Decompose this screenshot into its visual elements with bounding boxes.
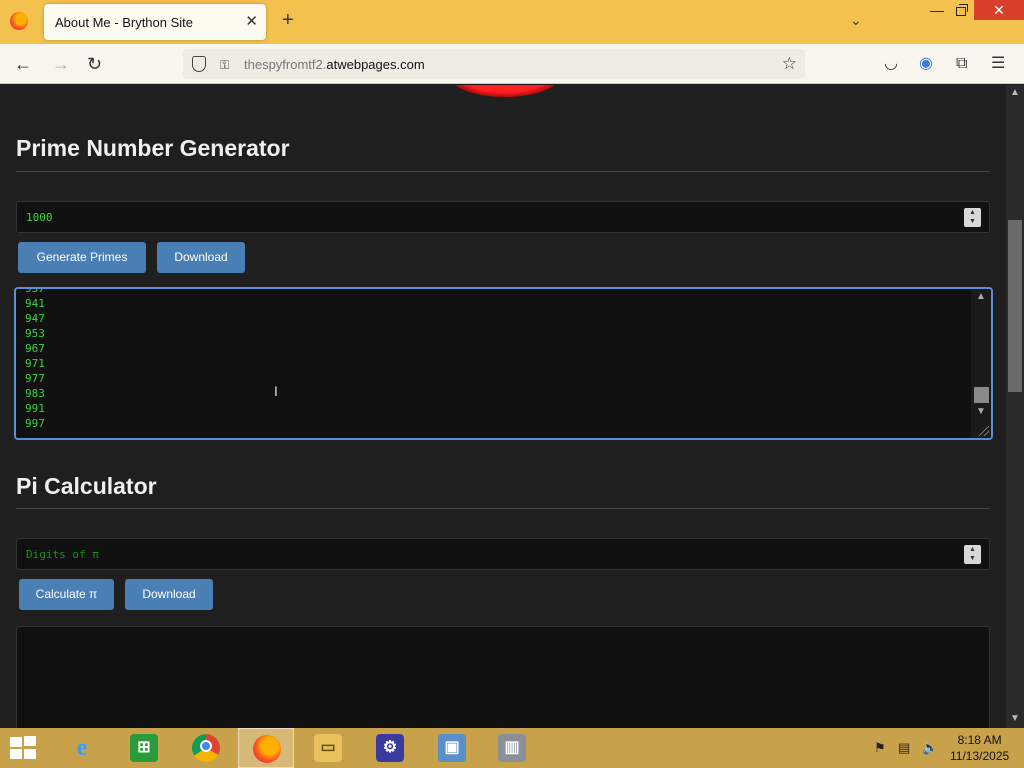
prime-output-line: 977 xyxy=(25,372,45,385)
tab-title: About Me - Brython Site xyxy=(55,15,194,30)
calculate-pi-button[interactable]: Calculate π xyxy=(19,579,114,610)
taskbar-remote-desktop[interactable]: ▣ xyxy=(424,728,480,768)
taskbar-firefox[interactable] xyxy=(238,728,294,768)
prime-output-line: 967 xyxy=(25,342,45,355)
output-scrollbar[interactable]: ▲ ▼ xyxy=(971,289,991,438)
pi-digits-input[interactable]: Digits of π ▲ ▼ xyxy=(16,538,990,570)
archive-icon: ▥ xyxy=(498,734,526,762)
extensions-icon[interactable]: ⧉ xyxy=(956,54,967,74)
internet-explorer-icon: e xyxy=(76,735,88,761)
taskbar-internet-explorer[interactable]: e xyxy=(54,728,110,768)
prime-download-button[interactable]: Download xyxy=(157,242,245,273)
prime-output-textarea[interactable]: 937 941 947 953 967 971 977 983 991 997 ▲ ▼ xyxy=(14,287,993,440)
text-cursor-icon: I xyxy=(274,383,278,399)
back-button[interactable]: ← xyxy=(14,54,32,74)
divider xyxy=(16,508,990,509)
close-tab-icon[interactable]: ✕ xyxy=(245,12,258,30)
number-spinner[interactable]: ▲ ▼ xyxy=(964,208,981,227)
pi-download-button[interactable]: Download xyxy=(125,579,213,610)
pi-digits-placeholder: Digits of π xyxy=(26,548,99,561)
firefox-icon xyxy=(253,735,281,763)
windows-taskbar: e ⊞ ▭ ⚙ ▣ ▥ ⚑ ▤ 🔈 8:18 AM 11/13/2025 xyxy=(0,728,1024,768)
bookmark-star-icon[interactable]: ☆ xyxy=(782,54,797,74)
page-viewport: Prime Number Generator 1000 ▲ ▼ Generate … xyxy=(0,85,1006,728)
prime-output-line: 997 xyxy=(25,417,45,430)
tracking-protection-shield-icon[interactable] xyxy=(192,56,206,72)
app-menu-icon[interactable]: ☰ xyxy=(991,54,1005,74)
taskbar-archive[interactable]: ▥ xyxy=(484,728,540,768)
new-tab-button[interactable]: + xyxy=(282,10,294,30)
store-icon: ⊞ xyxy=(130,734,158,762)
prime-limit-value: 1000 xyxy=(26,211,53,224)
list-all-tabs-icon[interactable]: ⌄ xyxy=(850,12,862,29)
close-window-button[interactable]: ✕ xyxy=(974,0,1024,20)
taskbar-chrome[interactable] xyxy=(178,728,234,768)
pi-section-title: Pi Calculator xyxy=(16,473,157,499)
scrollbar-thumb[interactable] xyxy=(1008,220,1022,392)
scroll-down-arrow-icon[interactable]: ▼ xyxy=(976,406,986,417)
forward-button[interactable]: → xyxy=(52,54,70,74)
generate-primes-button[interactable]: Generate Primes xyxy=(18,242,146,273)
prime-output-lines: 937 941 947 953 967 971 977 983 991 997 xyxy=(25,287,45,431)
folder-icon: ▭ xyxy=(314,734,342,762)
clock-time: 8:18 AM xyxy=(957,733,1002,747)
taskbar-file-explorer[interactable]: ▭ xyxy=(300,728,356,768)
prime-output-line: 941 xyxy=(25,297,45,310)
divider xyxy=(16,171,990,172)
network-icon[interactable]: ▤ xyxy=(898,740,910,756)
scroll-up-arrow-icon[interactable]: ▲ xyxy=(976,291,986,302)
url-domain: atwebpages.com xyxy=(326,57,425,72)
prime-output-line: 947 xyxy=(25,312,45,325)
number-spinner[interactable]: ▲ ▼ xyxy=(964,545,981,564)
taskbar-settings[interactable]: ⚙ xyxy=(362,728,418,768)
prime-output-line: 983 xyxy=(25,387,45,400)
scroll-down-arrow-icon[interactable]: ▼ xyxy=(1010,713,1020,724)
resize-handle-icon[interactable] xyxy=(979,426,989,436)
prime-output-line: 991 xyxy=(25,402,45,415)
remote-desktop-icon: ▣ xyxy=(438,734,466,762)
navigation-toolbar: ← → ↻ ⚿ thespyfromtf2.atwebpages.com ☆ ◡… xyxy=(0,44,1024,84)
page-scrollbar[interactable]: ▲ ▼ xyxy=(1006,85,1024,728)
clock-date: 11/13/2025 xyxy=(950,749,1010,763)
scrollbar-thumb[interactable] xyxy=(974,387,989,403)
gear-icon: ⚙ xyxy=(376,734,404,762)
address-bar[interactable]: ⚿ thespyfromtf2.atwebpages.com ☆ xyxy=(183,49,805,79)
url-text[interactable]: thespyfromtf2.atwebpages.com xyxy=(244,57,425,72)
prime-output-line: 953 xyxy=(25,327,45,340)
restore-window-button[interactable] xyxy=(953,2,969,18)
chrome-icon xyxy=(192,734,220,762)
start-button[interactable] xyxy=(10,736,38,760)
prime-limit-input[interactable]: 1000 ▲ ▼ xyxy=(16,201,990,233)
taskbar-store[interactable]: ⊞ xyxy=(116,728,172,768)
sync-account-icon[interactable]: ◉ xyxy=(919,54,933,74)
action-center-flag-icon[interactable]: ⚑ xyxy=(874,740,886,756)
reload-button[interactable]: ↻ xyxy=(87,54,102,74)
pi-output-textarea[interactable] xyxy=(16,626,990,728)
prime-section-title: Prime Number Generator xyxy=(16,135,290,161)
red-button-graphic xyxy=(450,85,560,97)
minimize-window-button[interactable]: — xyxy=(930,2,944,18)
site-info-icon[interactable]: ⚿ xyxy=(220,58,229,73)
prime-output-line: 937 xyxy=(25,287,45,295)
tab-bar: About Me - Brython Site ✕ + ⌄ — ✕ xyxy=(0,0,1024,44)
system-clock[interactable]: 8:18 AM 11/13/2025 xyxy=(950,732,1009,764)
pocket-icon[interactable]: ◡ xyxy=(884,54,898,74)
volume-muted-icon[interactable]: 🔈 xyxy=(922,740,938,756)
browser-tab[interactable]: About Me - Brython Site ✕ xyxy=(44,4,266,40)
prime-output-line: 971 xyxy=(25,357,45,370)
firefox-logo-icon xyxy=(10,12,28,30)
scroll-up-arrow-icon[interactable]: ▲ xyxy=(1010,87,1020,98)
